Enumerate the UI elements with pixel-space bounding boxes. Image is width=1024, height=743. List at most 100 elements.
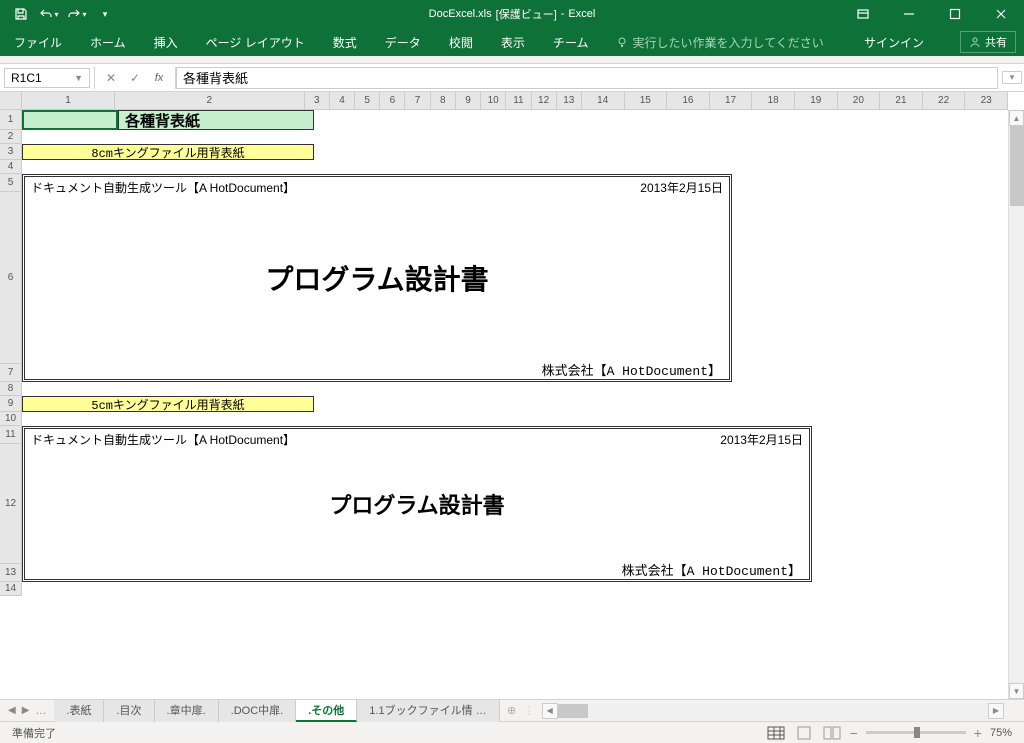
row-header[interactable]: 6 [0, 192, 21, 364]
sheet-tab[interactable]: .章中扉. [155, 700, 219, 722]
enter-formula-icon[interactable]: ✓ [123, 67, 147, 89]
col-header[interactable]: 8 [431, 92, 456, 109]
tab-home[interactable]: ホーム [76, 28, 140, 56]
zoom-out-button[interactable]: − [850, 725, 858, 741]
col-header[interactable]: 1 [22, 92, 115, 109]
tab-nav-next-icon[interactable]: ▶ [22, 705, 30, 717]
sheet-tab-active[interactable]: .その他 [296, 700, 357, 722]
undo-icon[interactable]: ▾ [36, 2, 62, 26]
view-page-layout-icon[interactable] [794, 725, 814, 741]
tab-file[interactable]: ファイル [0, 28, 76, 56]
row-header[interactable]: 10 [0, 412, 21, 426]
name-box[interactable]: R1C1 ▼ [4, 68, 90, 88]
col-header[interactable]: 3 [305, 92, 330, 109]
select-all-corner[interactable] [0, 92, 22, 110]
cell-b1[interactable]: 各種背表紙 [118, 110, 314, 130]
col-header[interactable]: 4 [330, 92, 355, 109]
qat-customize-icon[interactable]: ▾ [92, 2, 118, 26]
cancel-formula-icon[interactable]: ✕ [99, 67, 123, 89]
formula-bar-expand-icon[interactable]: ▾ [1002, 71, 1022, 84]
view-page-break-icon[interactable] [822, 725, 842, 741]
row-header[interactable]: 13 [0, 564, 21, 582]
subtitle-8cm[interactable]: 8cmキングファイル用背表紙 [22, 144, 314, 160]
row-header[interactable]: 12 [0, 444, 21, 564]
row-header[interactable]: 9 [0, 396, 21, 412]
row-header[interactable]: 11 [0, 426, 21, 444]
col-header[interactable]: 6 [380, 92, 405, 109]
scroll-up-icon[interactable]: ▲ [1009, 110, 1024, 126]
redo-icon[interactable]: ▾ [64, 2, 90, 26]
zoom-in-button[interactable]: + [974, 725, 982, 741]
scroll-down-icon[interactable]: ▼ [1009, 683, 1024, 699]
hscroll-thumb[interactable] [558, 704, 588, 718]
view-normal-icon[interactable] [766, 725, 786, 741]
col-header[interactable]: 14 [582, 92, 625, 109]
row-header[interactable]: 1 [0, 110, 21, 130]
col-header[interactable]: 19 [795, 92, 838, 109]
minimize-button[interactable] [886, 0, 932, 28]
sheet-tab[interactable]: .DOC中扉. [219, 700, 297, 722]
zoom-slider-thumb[interactable] [914, 727, 920, 738]
save-icon[interactable] [8, 2, 34, 26]
vscroll-thumb[interactable] [1010, 126, 1024, 206]
col-header[interactable]: 17 [710, 92, 753, 109]
col-header[interactable]: 16 [667, 92, 710, 109]
tab-formulas[interactable]: 数式 [319, 28, 371, 56]
row-header[interactable]: 7 [0, 364, 21, 382]
col-header[interactable]: 15 [625, 92, 668, 109]
sheet-tab[interactable]: 1.1ブックファイル情 … [357, 700, 499, 722]
vertical-scrollbar[interactable]: ▲ ▼ [1008, 110, 1024, 699]
col-header[interactable]: 21 [880, 92, 923, 109]
maximize-button[interactable] [932, 0, 978, 28]
row-header[interactable]: 5 [0, 174, 21, 192]
col-header[interactable]: 11 [506, 92, 531, 109]
tab-data[interactable]: データ [371, 28, 435, 56]
sheet-tab[interactable]: .目次 [104, 700, 154, 722]
insert-function-button[interactable]: fx [147, 67, 171, 89]
row-header[interactable]: 4 [0, 160, 21, 174]
tab-nav-more[interactable]: … [35, 705, 46, 717]
tab-page-layout[interactable]: ページ レイアウト [192, 28, 319, 56]
name-box-dropdown-icon[interactable]: ▼ [74, 73, 83, 83]
tab-view[interactable]: 表示 [487, 28, 539, 56]
col-header[interactable]: 12 [532, 92, 557, 109]
ribbon-display-icon[interactable] [840, 0, 886, 28]
row-headers[interactable]: 1 2 3 4 5 6 7 8 9 10 11 12 13 14 [0, 110, 22, 596]
tab-nav-prev-icon[interactable]: ◀ [8, 705, 16, 717]
add-sheet-button[interactable]: ⊕ [500, 704, 524, 717]
file-box-5cm[interactable]: ドキュメント自動生成ツール【A HotDocument】 2013年2月15日 … [22, 426, 812, 582]
col-header[interactable]: 13 [557, 92, 582, 109]
close-button[interactable] [978, 0, 1024, 28]
tab-insert[interactable]: 挿入 [140, 28, 192, 56]
row-header[interactable]: 2 [0, 130, 21, 144]
subtitle-5cm[interactable]: 5cmキングファイル用背表紙 [22, 396, 314, 412]
scroll-right-icon[interactable]: ▶ [988, 703, 1004, 719]
col-header[interactable]: 23 [965, 92, 1008, 109]
cell-a1[interactable] [22, 110, 118, 130]
row-header[interactable]: 3 [0, 144, 21, 160]
zoom-level[interactable]: 75% [990, 727, 1012, 739]
tab-team[interactable]: チーム [539, 28, 603, 56]
column-headers[interactable]: 1 2 3 4 5 6 7 8 9 10 11 12 13 14 15 16 1… [22, 92, 1008, 110]
col-header[interactable]: 5 [355, 92, 380, 109]
row-header[interactable]: 8 [0, 382, 21, 396]
col-header[interactable]: 10 [481, 92, 506, 109]
sheet-tab[interactable]: .表紙 [54, 700, 104, 722]
file-box-8cm[interactable]: ドキュメント自動生成ツール【A HotDocument】 2013年2月15日 … [22, 174, 732, 382]
zoom-slider[interactable] [866, 731, 966, 734]
share-button[interactable]: 共有 [960, 31, 1016, 53]
col-header[interactable]: 22 [923, 92, 966, 109]
col-header[interactable]: 20 [838, 92, 881, 109]
col-header[interactable]: 7 [405, 92, 430, 109]
row-header[interactable]: 14 [0, 582, 21, 596]
col-header[interactable]: 2 [115, 92, 305, 109]
spreadsheet-grid[interactable]: 各種背表紙 8cmキングファイル用背表紙 ドキュメント自動生成ツール【A Hot… [22, 110, 1008, 699]
col-header[interactable]: 18 [752, 92, 795, 109]
tab-review[interactable]: 校閲 [435, 28, 487, 56]
scroll-left-icon[interactable]: ◀ [542, 703, 558, 719]
tell-me-search[interactable]: 実行したい作業を入力してください [602, 28, 837, 56]
col-header[interactable]: 9 [456, 92, 481, 109]
formula-input[interactable]: 各種背表紙 [176, 67, 998, 89]
sign-in-button[interactable]: サインイン [864, 34, 924, 51]
horizontal-scrollbar[interactable]: ◀ ▶ [542, 703, 1004, 719]
